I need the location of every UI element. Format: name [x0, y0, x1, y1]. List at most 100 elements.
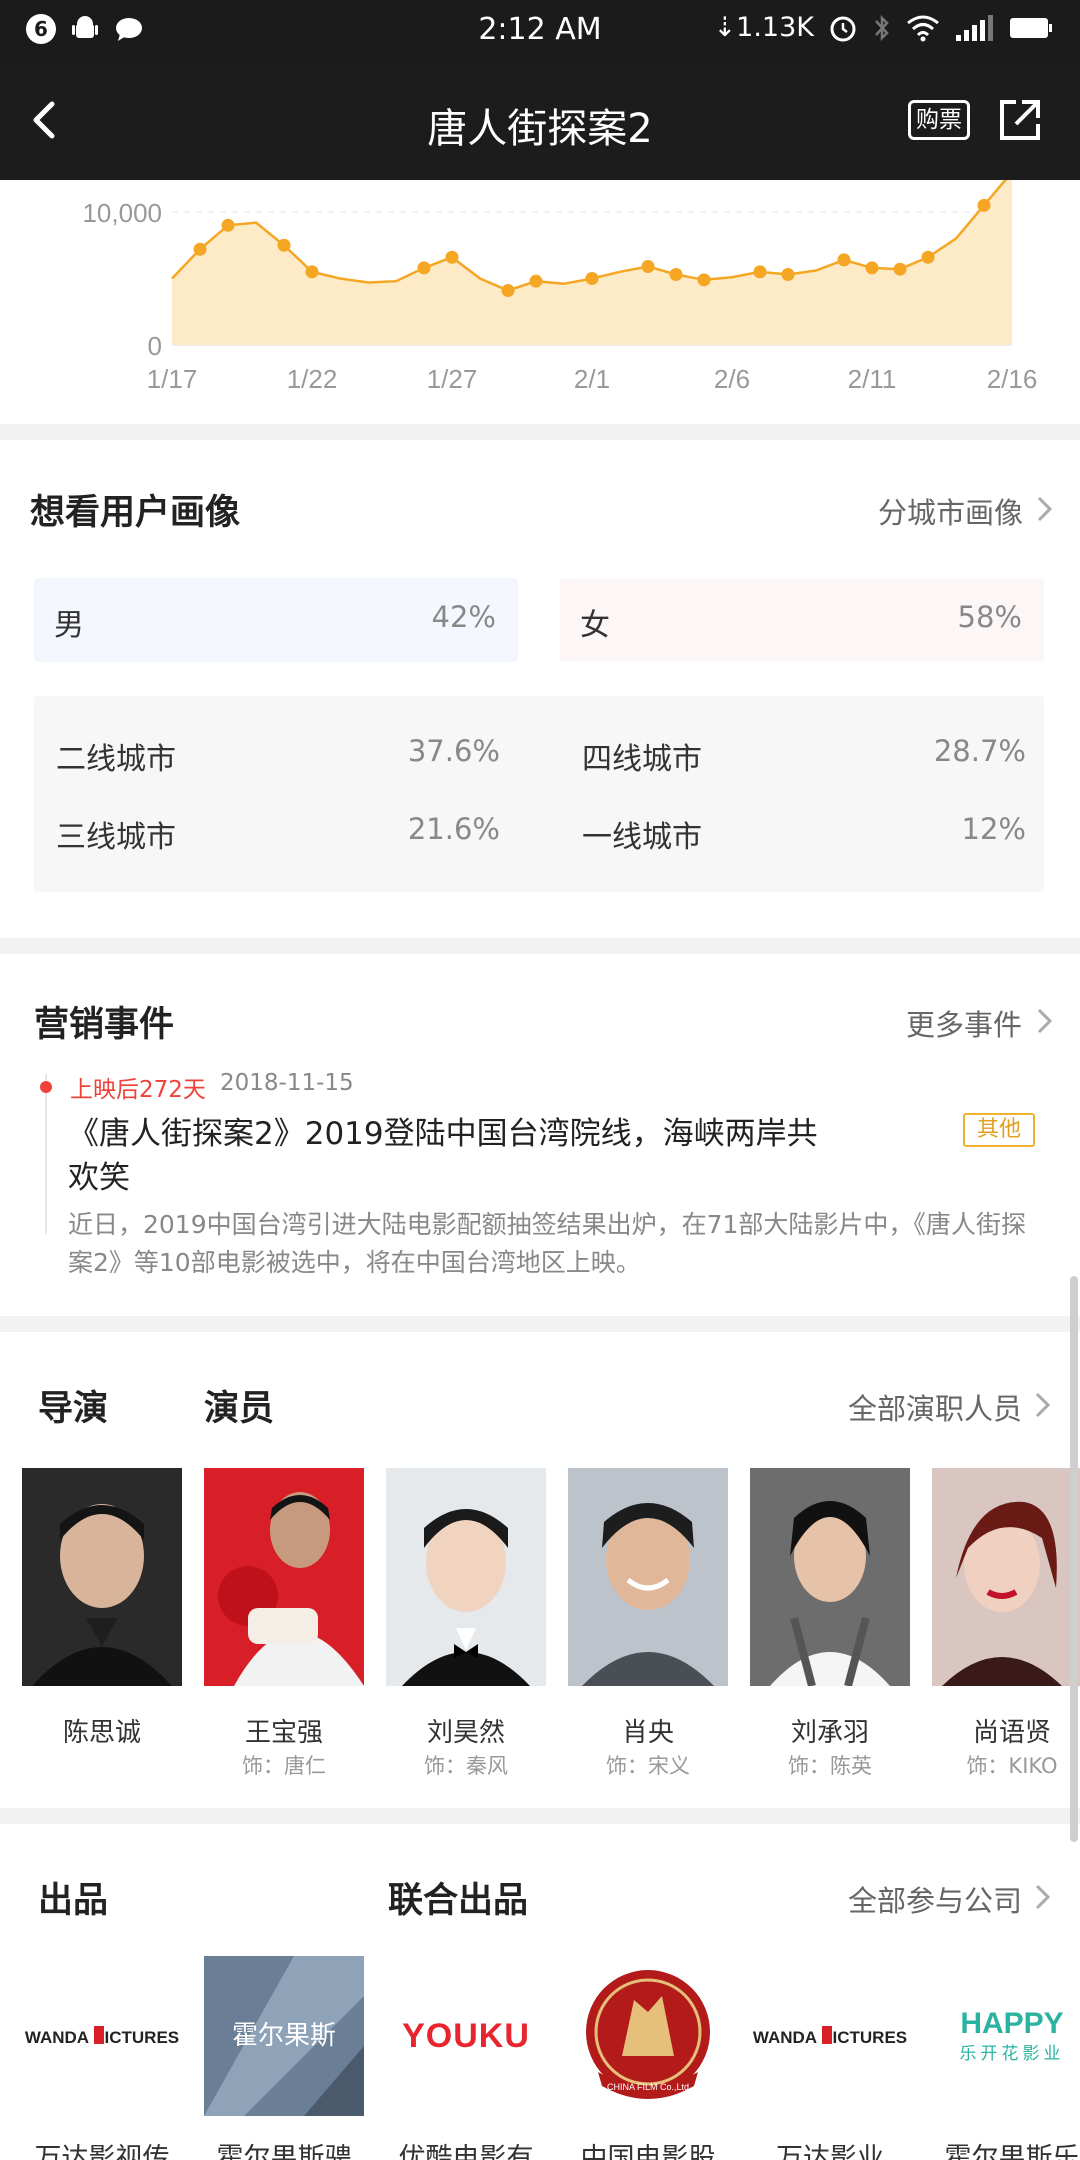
person-name: 陈思诚	[62, 1718, 141, 1748]
city-tier-item: 四线城市 28.7%	[560, 734, 1040, 777]
chevron-right-icon[interactable]	[1036, 1006, 1054, 1036]
city-tier-item: 一线城市 12%	[560, 812, 1040, 855]
tab-co-producer[interactable]: 联合出品	[388, 1872, 528, 1923]
svg-text:CHINA FILM Co.,Ltd: CHINA FILM Co.,Ltd	[607, 2082, 689, 2092]
more-events-link[interactable]: 更多事件	[906, 1002, 1022, 1044]
chart-point	[893, 262, 907, 276]
city-tier-value: 21.6%	[407, 812, 500, 846]
company-name: 霍尔果斯骋	[216, 2143, 352, 2160]
alarm-icon	[830, 16, 856, 41]
person-photo[interactable]	[750, 1468, 910, 1686]
city-tier-value: 37.6%	[407, 734, 500, 768]
company-name: 中国电影股	[580, 2143, 716, 2160]
x-tick-label: 2/1	[574, 364, 610, 394]
chevron-right-icon[interactable]	[1036, 494, 1054, 524]
city-tier-label: 一线城市	[582, 820, 702, 855]
x-tick-label: 1/22	[287, 364, 338, 394]
timeline-line	[45, 1074, 47, 1234]
city-tier-item: 三线城市 21.6%	[34, 812, 514, 855]
chart-point	[781, 268, 795, 282]
event-days-tag: 上映后272天	[70, 1077, 206, 1103]
tab-actors[interactable]: 演员	[204, 1380, 274, 1431]
svg-text:霍尔果斯: 霍尔果斯	[232, 2021, 336, 2051]
person-name: 刘昊然	[426, 1718, 505, 1748]
x-tick-label: 1/17	[147, 364, 198, 394]
chart-point	[865, 261, 879, 275]
x-tick-label: 1/27	[427, 364, 478, 394]
scrollbar-thumb[interactable]	[1070, 1276, 1078, 1842]
chart-point	[221, 218, 235, 232]
company-name: 万达影视传	[34, 2143, 170, 2160]
person-photo[interactable]	[932, 1468, 1080, 1686]
youku-logo[interactable]: YOUKU	[386, 1956, 546, 2116]
person-role: 饰：陈英	[788, 1754, 872, 1778]
person-photo[interactable]	[386, 1468, 546, 1686]
production-companies-section: 出品 联合出品 全部参与公司 WANDA PICTURES 万达影视传 霍尔果斯…	[0, 1824, 1080, 2160]
china-film-logo[interactable]: CHINA FILM Co.,Ltd	[568, 1956, 728, 2116]
chart-point	[753, 265, 767, 279]
y-tick-label: 10,000	[82, 198, 162, 228]
person-name: 肖央	[621, 1718, 674, 1748]
happy-pictures-logo[interactable]: HAPPY 乐开花影业	[932, 1956, 1080, 2116]
chart-point	[585, 272, 599, 285]
x-tick-label: 2/16	[987, 364, 1038, 394]
chevron-right-icon[interactable]	[1034, 1882, 1052, 1912]
net-speed: ⇣1.13K	[713, 12, 814, 43]
chart-point	[305, 265, 319, 279]
person-photo[interactable]	[204, 1468, 364, 1686]
chart-point	[193, 242, 207, 256]
gender-male-box: 男 42%	[34, 578, 518, 662]
tab-director[interactable]: 导演	[38, 1380, 108, 1431]
event-date: 2018-11-15	[220, 1070, 354, 1096]
y-tick-label: 0	[148, 331, 162, 361]
marketing-title: 营销事件	[34, 1005, 175, 1045]
cast-section: 导演 演员 全部演职人员 陈思诚 王宝强 饰：唐仁 刘昊然 饰：秦风 肖央 饰：…	[0, 1332, 1080, 1808]
huoer-logo[interactable]: 霍尔果斯	[204, 1956, 364, 2116]
x-tick-group: 1/17 1/22 1/27 2/1 2/6 2/11 2/16	[147, 364, 1038, 394]
x-tick-label: 2/11	[848, 364, 897, 394]
timeline-dot	[40, 1081, 52, 1093]
city-tier-label: 二线城市	[56, 742, 176, 777]
wanda-pictures-logo[interactable]: WANDA PICTURES	[22, 1956, 182, 2116]
chart-point	[529, 274, 543, 288]
want-to-see-trend-chart: 10,000 0 1/17 1/22 1/27 2/1 2/6 2/11 2/16	[0, 180, 1080, 424]
app-header: 唐人街探案2 购票	[0, 60, 1080, 180]
bluetooth-icon	[875, 14, 889, 41]
share-icon[interactable]	[996, 96, 1044, 144]
person-name: 尚语贤	[972, 1718, 1051, 1748]
city-tier-value: 28.7%	[933, 734, 1026, 768]
audience-portrait-section: 想看用户画像 分城市画像 男 42% 女 58% 二线城市 37.6% 四线城市…	[0, 440, 1080, 938]
chart-point	[669, 268, 683, 282]
city-tier-value: 12%	[961, 812, 1026, 846]
svg-text:HAPPY: HAPPY	[960, 2007, 1063, 2040]
all-companies-link[interactable]: 全部参与公司	[848, 1878, 1022, 1920]
event-category-badge: 其他	[963, 1113, 1035, 1147]
person-photo[interactable]	[22, 1468, 182, 1686]
city-portrait-link[interactable]: 分城市画像	[878, 490, 1023, 532]
wifi-icon	[907, 15, 939, 41]
chevron-right-icon[interactable]	[1034, 1390, 1052, 1420]
female-value: 58%	[957, 600, 1022, 634]
company-name: 优酷电影有	[398, 2143, 534, 2160]
buy-ticket-button[interactable]: 购票	[908, 100, 970, 140]
all-cast-link[interactable]: 全部演职人员	[848, 1386, 1022, 1428]
tab-producer[interactable]: 出品	[38, 1872, 108, 1923]
person-photo[interactable]	[568, 1468, 728, 1686]
person-name: 王宝强	[244, 1718, 323, 1748]
wanda-pictures-logo[interactable]: WANDA PICTURES	[750, 1956, 910, 2116]
chart-point	[921, 250, 935, 264]
chart-area-group	[171, 180, 1012, 345]
chart-point	[417, 261, 431, 275]
person-role: 饰：唐仁	[242, 1754, 326, 1778]
person-role: 饰：秦风	[424, 1754, 508, 1778]
gender-female-box: 女 58%	[560, 578, 1044, 662]
battery-icon	[1010, 17, 1052, 38]
status-bar: 6 2:12 AM ⇣1.13K	[0, 0, 1080, 60]
chart-point	[277, 238, 291, 252]
company-name: 霍尔果斯乐	[944, 2143, 1080, 2160]
person-role: 饰：KIKO	[966, 1754, 1058, 1778]
signal-icon	[956, 14, 993, 41]
male-label: 男	[54, 608, 84, 643]
event-title[interactable]: 《唐人街探案2》2019登陆中国台湾院线，海峡两岸共欢笑	[68, 1112, 848, 1200]
city-tier-box: 二线城市 37.6% 四线城市 28.7% 三线城市 21.6% 一线城市 12…	[34, 696, 1044, 892]
